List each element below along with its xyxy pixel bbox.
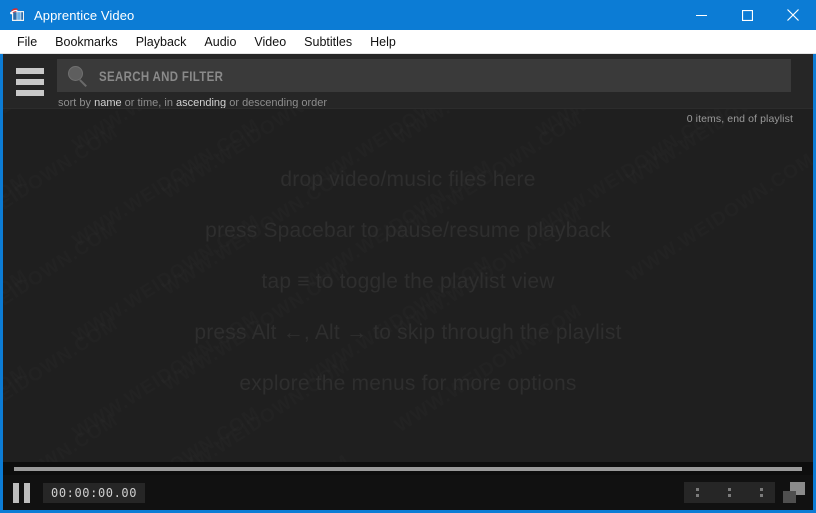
menu-item-video[interactable]: Video — [245, 32, 295, 52]
hint-toggle-playlist: tap ≡ to toggle the playlist view — [261, 269, 555, 293]
title-bar: Apprentice Video — [0, 0, 816, 30]
menu-item-subtitles[interactable]: Subtitles — [295, 32, 361, 52]
hamburger-icon[interactable] — [3, 54, 57, 108]
hint-spacebar: press Spacebar to pause/resume playback — [205, 218, 611, 242]
search-placeholder: SEARCH AND FILTER — [99, 67, 224, 84]
menu-item-playback[interactable]: Playback — [127, 32, 196, 52]
window-controls — [678, 0, 816, 30]
seek-bar[interactable] — [14, 466, 802, 471]
player-controls: 00:00:00.00 — [3, 475, 813, 510]
pause-icon[interactable] — [13, 482, 30, 503]
hamburger-bar — [16, 79, 44, 85]
app-icon — [10, 7, 26, 23]
dots-group — [728, 488, 731, 497]
hamburger-bar — [16, 68, 44, 74]
pause-bar — [24, 482, 30, 503]
dots-group — [760, 488, 763, 497]
dots-group — [696, 488, 699, 497]
hamburger-bar — [16, 90, 44, 96]
right-controls — [684, 482, 805, 503]
pause-bar — [13, 482, 19, 503]
search-input[interactable]: SEARCH AND FILTER — [57, 59, 791, 92]
hint-skip-playlist: press Alt ←, Alt → to skip through the p… — [194, 320, 622, 344]
screen-toggle-icon[interactable] — [783, 482, 805, 503]
hint-explore-menus: explore the menus for more options — [239, 371, 577, 395]
hint-drop-files: drop video/music files here — [280, 167, 536, 191]
close-button[interactable] — [770, 0, 816, 30]
search-toolbar: SEARCH AND FILTER sort by name or time, … — [3, 54, 813, 112]
search-column: SEARCH AND FILTER sort by name or time, … — [57, 54, 813, 112]
menu-bar: File Bookmarks Playback Audio Video Subt… — [0, 30, 816, 54]
app-window: Apprentice Video File Bookmarks Playback… — [0, 0, 816, 513]
timecode-display[interactable]: 00:00:00.00 — [43, 482, 146, 503]
search-icon — [67, 65, 89, 87]
menu-item-audio[interactable]: Audio — [195, 32, 245, 52]
menu-item-file[interactable]: File — [8, 32, 46, 52]
menu-item-bookmarks[interactable]: Bookmarks — [46, 32, 127, 52]
hints-list: drop video/music files here press Spaceb… — [3, 109, 813, 462]
minimize-button[interactable] — [678, 0, 724, 30]
seek-bar-area[interactable] — [3, 462, 813, 475]
window-title: Apprentice Video — [34, 7, 135, 23]
menu-item-help[interactable]: Help — [361, 32, 405, 52]
maximize-button[interactable] — [724, 0, 770, 30]
more-options-icon[interactable] — [684, 482, 775, 503]
video-playlist-stage[interactable]: WWW.WEIDOWN.COMWWW.WEIDOWN.COMWWW.WEIDOW… — [3, 108, 813, 462]
